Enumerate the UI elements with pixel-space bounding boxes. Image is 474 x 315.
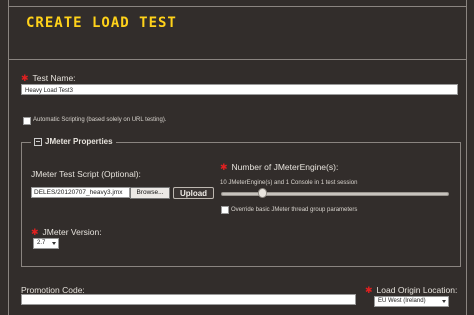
- right-border: [466, 0, 467, 315]
- test-name-input[interactable]: Heavy Load Test3: [21, 84, 458, 95]
- page-title: CREATE LOAD TEST: [26, 15, 177, 31]
- required-icon: ✱: [365, 285, 373, 295]
- browse-button[interactable]: Browse...: [130, 187, 170, 199]
- jmeter-properties-title: JMeter Properties: [45, 137, 113, 146]
- load-origin-value: EU West (Ireland): [378, 298, 426, 304]
- engines-label-row: ✱ Number of JMeterEngine(s):: [220, 162, 338, 173]
- test-name-label-row: ✱ Test Name:: [21, 73, 76, 84]
- engines-info-text: 10 JMeterEngine(s) and 1 Console in 1 te…: [220, 180, 358, 186]
- collapse-icon[interactable]: [34, 137, 42, 146]
- override-label: Override basic JMeter thread group param…: [231, 207, 358, 213]
- load-origin-label-row: ✱ Load Origin Location:: [365, 285, 457, 296]
- automatic-scripting-checkbox[interactable]: [23, 117, 31, 125]
- jmeter-version-value: 2.7: [37, 240, 46, 246]
- jmeter-version-select[interactable]: 2.7: [33, 238, 59, 249]
- engines-slider-track[interactable]: [221, 192, 449, 196]
- required-icon: ✱: [220, 162, 228, 172]
- load-origin-label: Load Origin Location:: [376, 285, 458, 295]
- override-checkbox[interactable]: [221, 206, 229, 214]
- load-origin-select[interactable]: EU West (Ireland): [374, 296, 449, 307]
- jmeter-properties-legend[interactable]: JMeter Properties: [31, 137, 116, 146]
- jmeter-version-label: JMeter Version:: [42, 227, 102, 237]
- jmeter-properties-group: [21, 142, 461, 267]
- required-icon: ✱: [21, 73, 29, 83]
- jmeter-script-label: JMeter Test Script (Optional):: [31, 169, 141, 179]
- chevron-down-icon: [442, 300, 446, 303]
- jmeter-version-label-row: ✱ JMeter Version:: [31, 227, 102, 238]
- required-icon: ✱: [31, 227, 39, 237]
- promotion-code-input[interactable]: [21, 294, 356, 305]
- automatic-scripting-label: Automatic Scripting (based solely on URL…: [33, 117, 167, 123]
- test-name-label: Test Name:: [32, 73, 76, 83]
- engines-label: Number of JMeterEngine(s):: [231, 162, 339, 172]
- jmeter-script-file-input[interactable]: DELES/20120707_heavy3.jmx: [31, 187, 130, 198]
- header-divider: [8, 59, 466, 60]
- top-divider: [8, 6, 466, 7]
- chevron-down-icon: [52, 242, 56, 245]
- left-border: [8, 0, 9, 315]
- upload-button[interactable]: Upload: [173, 187, 214, 199]
